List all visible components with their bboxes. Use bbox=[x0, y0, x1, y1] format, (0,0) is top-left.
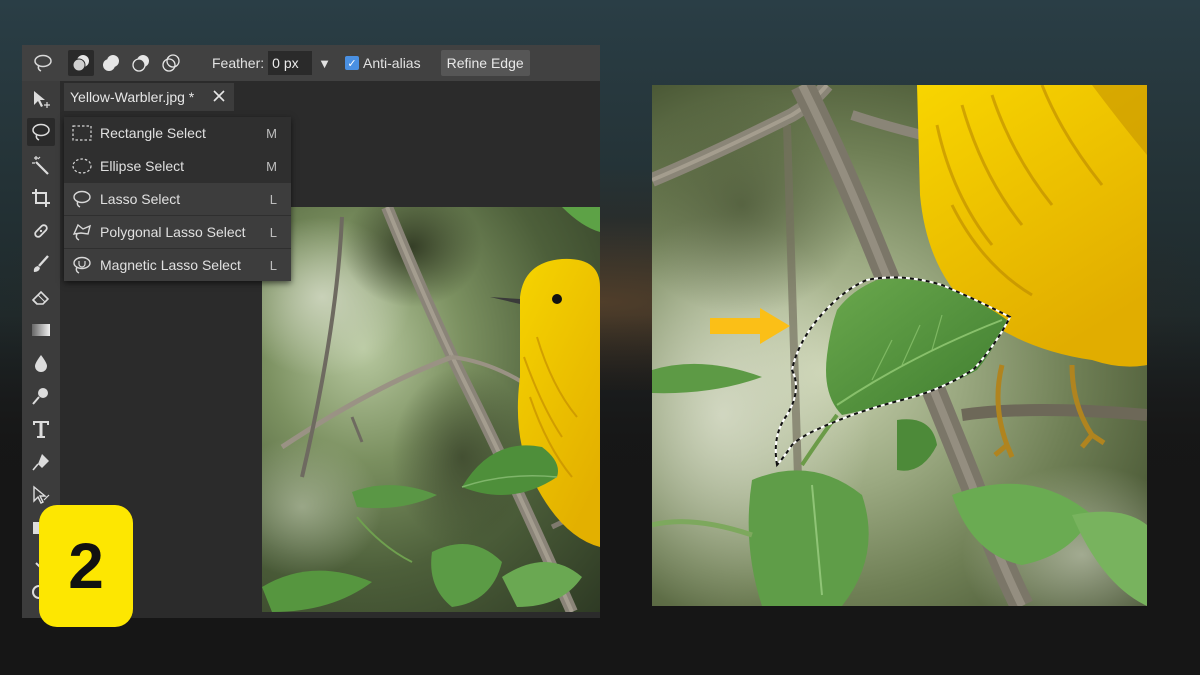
new-selection-icon[interactable] bbox=[68, 50, 94, 76]
feather-input[interactable] bbox=[268, 51, 313, 75]
brush-icon[interactable] bbox=[27, 250, 55, 278]
feather-label: Feather: bbox=[212, 55, 265, 71]
options-bar: Feather: ▼ ✓ Anti-alias Refine Edge bbox=[22, 45, 600, 81]
menu-item-ellipse-select[interactable]: Ellipse Select M bbox=[64, 150, 291, 182]
menu-item-label: Rectangle Select bbox=[100, 125, 206, 141]
menu-item-rectangle-select[interactable]: Rectangle Select M bbox=[64, 117, 291, 149]
feather-dropdown-icon[interactable]: ▼ bbox=[318, 56, 331, 71]
selection-mode-group bbox=[68, 50, 184, 76]
text-tool-icon[interactable] bbox=[27, 415, 55, 443]
dodge-icon[interactable] bbox=[27, 382, 55, 410]
document-tab[interactable]: Yellow-Warbler.jpg * bbox=[64, 83, 234, 111]
move-tool-icon[interactable] bbox=[27, 85, 55, 113]
menu-item-lasso-select[interactable]: Lasso Select L bbox=[64, 183, 291, 215]
refine-edge-button[interactable]: Refine Edge bbox=[440, 50, 530, 76]
crop-icon[interactable] bbox=[27, 184, 55, 212]
add-selection-icon[interactable] bbox=[98, 50, 124, 76]
menu-item-label: Lasso Select bbox=[100, 191, 181, 207]
document-tab-title: Yellow-Warbler.jpg * bbox=[70, 89, 195, 105]
antialias-label: Anti-alias bbox=[363, 55, 421, 71]
lasso-icon bbox=[68, 189, 96, 209]
blur-drop-icon[interactable] bbox=[27, 349, 55, 377]
close-icon[interactable] bbox=[212, 88, 226, 104]
intersect-selection-icon[interactable] bbox=[158, 50, 184, 76]
warbler-photo-canvas[interactable] bbox=[262, 207, 600, 612]
document-tab-bar: Yellow-Warbler.jpg * bbox=[60, 81, 600, 112]
pointer-arrow-icon bbox=[710, 308, 790, 344]
menu-item-polygonal-lasso-select[interactable]: Polygonal Lasso Select L bbox=[64, 216, 291, 248]
menu-item-label: Magnetic Lasso Select bbox=[100, 257, 241, 273]
polygonal-lasso-icon bbox=[68, 222, 96, 242]
ellipse-select-icon bbox=[68, 157, 96, 175]
eraser-icon[interactable] bbox=[27, 283, 55, 311]
menu-item-shortcut: L bbox=[269, 257, 277, 273]
selection-tool-menu: Rectangle Select M Ellipse Select M Lass… bbox=[64, 117, 291, 281]
pen-tool-icon[interactable] bbox=[27, 448, 55, 476]
menu-item-label: Polygonal Lasso Select bbox=[100, 224, 246, 240]
magnetic-lasso-icon bbox=[68, 255, 96, 275]
gradient-icon[interactable] bbox=[27, 316, 55, 344]
lasso-icon[interactable] bbox=[32, 52, 54, 74]
menu-item-magnetic-lasso-select[interactable]: Magnetic Lasso Select L bbox=[64, 249, 291, 281]
magic-wand-icon[interactable] bbox=[27, 151, 55, 179]
lasso-tool-icon[interactable] bbox=[27, 118, 55, 146]
antialias-checkbox[interactable]: ✓ bbox=[345, 56, 360, 70]
step-number-badge: 2 bbox=[39, 505, 133, 627]
healing-brush-icon[interactable] bbox=[27, 217, 55, 245]
menu-item-shortcut: L bbox=[269, 191, 277, 207]
menu-item-shortcut: L bbox=[269, 224, 277, 240]
rectangle-select-icon bbox=[68, 124, 96, 142]
menu-item-label: Ellipse Select bbox=[100, 158, 185, 174]
menu-item-shortcut: M bbox=[266, 125, 277, 141]
subtract-selection-icon[interactable] bbox=[128, 50, 154, 76]
menu-item-shortcut: M bbox=[266, 158, 277, 174]
